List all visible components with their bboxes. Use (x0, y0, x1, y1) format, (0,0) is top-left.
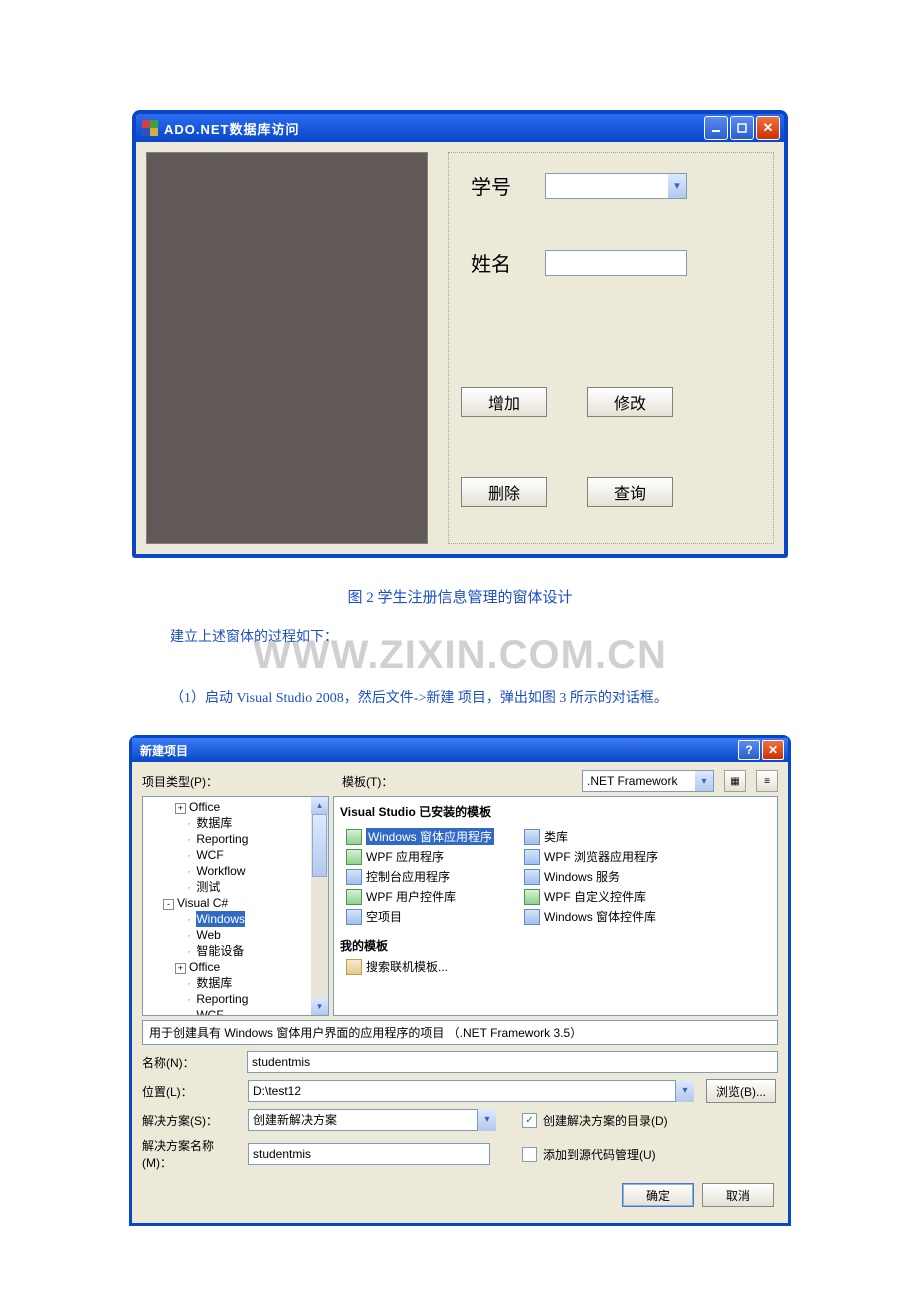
name-input[interactable] (545, 250, 687, 276)
template-icon (346, 869, 362, 885)
small-icons-button[interactable]: ≡ (756, 770, 778, 792)
add-button[interactable]: 增加 (461, 387, 547, 417)
form-fields-panel: 学号 ▾ 姓名 增加 修改 删除 (448, 152, 774, 544)
name-input[interactable]: studentmis (247, 1051, 778, 1073)
project-types-tree[interactable]: +Office· 数据库· Reporting· WCF· Workflow· … (142, 796, 329, 1016)
app-icon (142, 120, 158, 136)
tree-item[interactable]: · WCF (145, 1007, 326, 1016)
template-description: 用于创建具有 Windows 窗体用户界面的应用程序的项目 （.NET Fram… (142, 1020, 778, 1045)
ado-form-window: ADO.NET数据库访问 ✕ 学号 ▾ (132, 110, 788, 558)
template-item[interactable]: 控制台应用程序 (346, 868, 494, 885)
template-item[interactable]: Windows 服务 (524, 868, 658, 885)
tree-item[interactable]: · WCF (145, 847, 326, 863)
framework-combo[interactable]: .NET Framework 3.5 ▾ (582, 770, 714, 792)
name-label: 姓名 (461, 248, 521, 277)
location-field-label: 位置(L)： (142, 1083, 242, 1100)
paragraph-step1: （1）启动 Visual Studio 2008，然后文件->新建 项目，弹出如… (170, 691, 668, 706)
tree-item[interactable]: · Web (145, 927, 326, 943)
dialog-titlebar[interactable]: 新建项目 ? ✕ (132, 738, 788, 762)
name-field-label: 名称(N)： (142, 1054, 241, 1071)
scroll-up-icon[interactable]: ▴ (311, 797, 328, 814)
tree-item[interactable]: · Windows (145, 911, 326, 927)
delete-button[interactable]: 删除 (461, 477, 547, 507)
large-icons-button[interactable]: ▦ (724, 770, 746, 792)
templates-label: 模板(T)： (342, 773, 572, 790)
browse-button[interactable]: 浏览(B)... (706, 1079, 776, 1103)
figure-caption: 图 2 学生注册信息管理的窗体设计 (0, 586, 920, 607)
help-button[interactable]: ? (738, 740, 760, 760)
tree-item[interactable]: · 测试 (145, 879, 326, 895)
template-icon (346, 889, 362, 905)
solution-combo[interactable]: 创建新解决方案 ▾ (248, 1109, 496, 1131)
template-item[interactable]: WPF 自定义控件库 (524, 888, 658, 905)
template-icon (524, 909, 540, 925)
location-combo[interactable]: D:\test12 ▾ (248, 1080, 694, 1102)
template-item[interactable]: WPF 用户控件库 (346, 888, 494, 905)
search-icon (346, 959, 362, 975)
template-icon (346, 849, 362, 865)
solution-field-label: 解决方案(S)： (142, 1112, 242, 1129)
template-item[interactable]: WPF 应用程序 (346, 848, 494, 865)
cancel-button[interactable]: 取消 (702, 1183, 774, 1207)
chevron-down-icon[interactable]: ▾ (477, 1109, 496, 1131)
add-scm-label: 添加到源代码管理(U) (543, 1146, 656, 1163)
scroll-down-icon[interactable]: ▾ (311, 998, 328, 1015)
ok-button[interactable]: 确定 (622, 1183, 694, 1207)
project-types-label: 项目类型(P)： (142, 773, 332, 790)
close-button[interactable]: ✕ (756, 116, 780, 140)
titlebar[interactable]: ADO.NET数据库访问 ✕ (136, 114, 784, 142)
tree-item[interactable]: -Visual C# (145, 895, 326, 911)
template-item[interactable]: 空项目 (346, 908, 494, 925)
tree-item[interactable]: · Workflow (145, 863, 326, 879)
template-icon (346, 909, 362, 925)
tree-item[interactable]: · 智能设备 (145, 943, 326, 959)
student-id-combo[interactable]: ▾ (545, 173, 687, 199)
query-button[interactable]: 查询 (587, 477, 673, 507)
chevron-down-icon[interactable]: ▾ (675, 1080, 694, 1102)
template-item[interactable]: Windows 窗体应用程序 (346, 828, 494, 845)
tree-item[interactable]: · 数据库 (145, 975, 326, 991)
template-item[interactable]: WPF 浏览器应用程序 (524, 848, 658, 865)
create-dir-label: 创建解决方案的目录(D) (543, 1112, 668, 1129)
scrollbar[interactable]: ▴ ▾ (311, 797, 328, 1015)
template-icon (524, 889, 540, 905)
student-id-label: 学号 (461, 171, 521, 200)
add-scm-checkbox[interactable] (522, 1147, 537, 1162)
minimize-button[interactable] (704, 116, 728, 140)
tree-item[interactable]: +Office (145, 959, 326, 975)
my-templates-header: 我的模板 (340, 935, 771, 958)
window-title: ADO.NET数据库访问 (164, 119, 704, 138)
chevron-down-icon[interactable]: ▾ (668, 174, 686, 198)
template-item[interactable]: Windows 窗体控件库 (524, 908, 658, 925)
form-canvas-panel (146, 152, 428, 544)
template-icon (524, 849, 540, 865)
maximize-button[interactable] (730, 116, 754, 140)
installed-templates-header: Visual Studio 已安装的模板 (340, 801, 771, 824)
templates-pane[interactable]: Visual Studio 已安装的模板 Windows 窗体应用程序 WPF 应… (333, 796, 778, 1016)
solution-name-label: 解决方案名称(M)： (142, 1137, 242, 1171)
tree-item[interactable]: +Office (145, 799, 326, 815)
template-icon (524, 829, 540, 845)
template-icon (346, 829, 362, 845)
modify-button[interactable]: 修改 (587, 387, 673, 417)
template-icon (524, 869, 540, 885)
close-button[interactable]: ✕ (762, 740, 784, 760)
create-dir-checkbox[interactable]: ✓ (522, 1113, 537, 1128)
template-item[interactable]: 类库 (524, 828, 658, 845)
search-online-templates[interactable]: 搜索联机模板... (340, 958, 771, 975)
new-project-dialog: 新建项目 ? ✕ 项目类型(P)： 模板(T)： .NET Framework … (129, 735, 791, 1226)
chevron-down-icon[interactable]: ▾ (695, 771, 713, 791)
solution-name-input[interactable]: studentmis (248, 1143, 490, 1165)
tree-item[interactable]: · Reporting (145, 991, 326, 1007)
tree-item[interactable]: · 数据库 (145, 815, 326, 831)
tree-item[interactable]: · Reporting (145, 831, 326, 847)
dialog-title: 新建项目 (140, 742, 736, 759)
watermark: WWW.ZIXIN.COM.CN (0, 633, 920, 678)
